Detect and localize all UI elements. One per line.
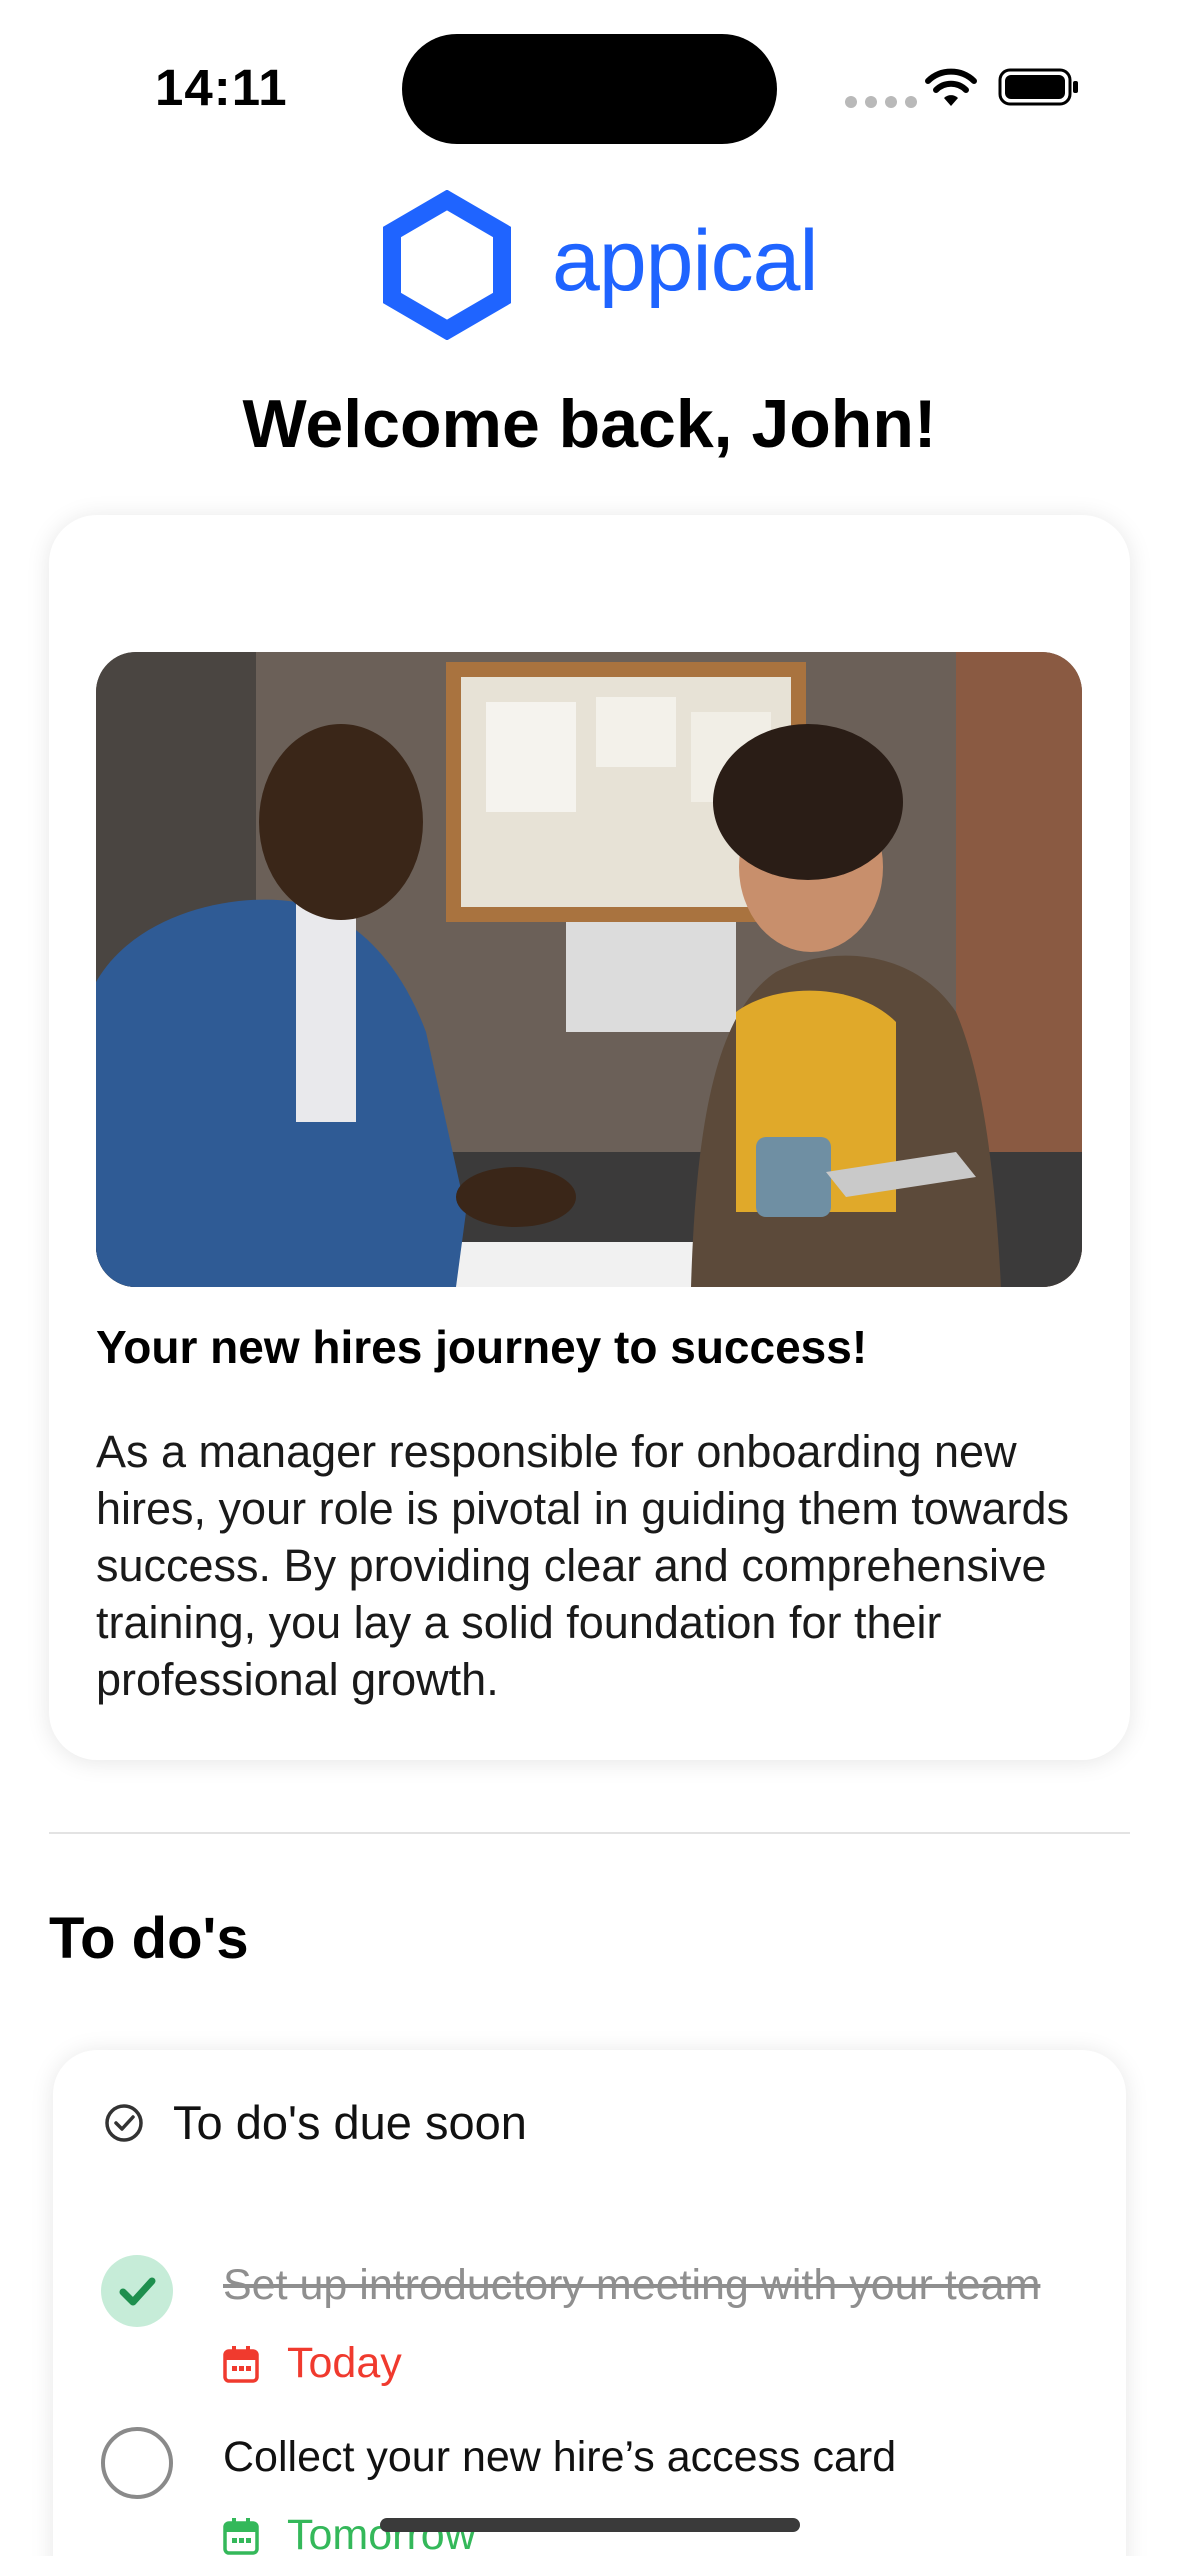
welcome-heading: Welcome back, John! (242, 386, 937, 462)
todo-due-label: Today (287, 2339, 402, 2387)
checkmark-icon (119, 2277, 156, 2306)
home-indicator[interactable] (380, 2518, 800, 2532)
cellular-signal-icon (845, 96, 917, 108)
intro-card[interactable]: Your new hires journey to success! As a … (49, 515, 1130, 1760)
todos-section-title: To do's (49, 1906, 249, 1971)
appical-hexagon-icon (383, 190, 511, 340)
calendar-icon (223, 2517, 259, 2555)
todos-due-soon-header: To do's due soon (103, 2095, 527, 2150)
todo-due-date: Today (223, 2339, 402, 2388)
check-circle-icon (105, 2103, 143, 2142)
dynamic-island (402, 34, 777, 144)
battery-icon (998, 68, 1078, 106)
intro-heading: Your new hires journey to success! (96, 1321, 868, 1373)
appical-logo: appical (382, 190, 819, 340)
home-screen: 14:11 appical Welcome back, John! Your n… (0, 0, 1179, 2556)
status-time: 14:11 (155, 59, 288, 116)
wifi-icon (925, 68, 977, 106)
todo-title: Collect your new hire’s access card (223, 2433, 897, 2481)
todo-complete-checkbox[interactable] (101, 2255, 173, 2327)
intro-body: As a manager responsible for onboarding … (96, 1426, 1069, 1705)
todo-title: Set up introductory meeting with your te… (223, 2261, 1041, 2309)
todos-due-soon-card[interactable]: To do's due soon Set up introductory mee… (53, 2050, 1126, 2556)
todo-complete-checkbox[interactable] (101, 2427, 173, 2499)
logo-wordmark: appical (552, 212, 819, 309)
calendar-icon (223, 2345, 259, 2383)
todos-due-soon-title: To do's due soon (173, 2096, 527, 2149)
intro-image (96, 652, 1082, 1287)
section-divider (49, 1832, 1130, 1834)
